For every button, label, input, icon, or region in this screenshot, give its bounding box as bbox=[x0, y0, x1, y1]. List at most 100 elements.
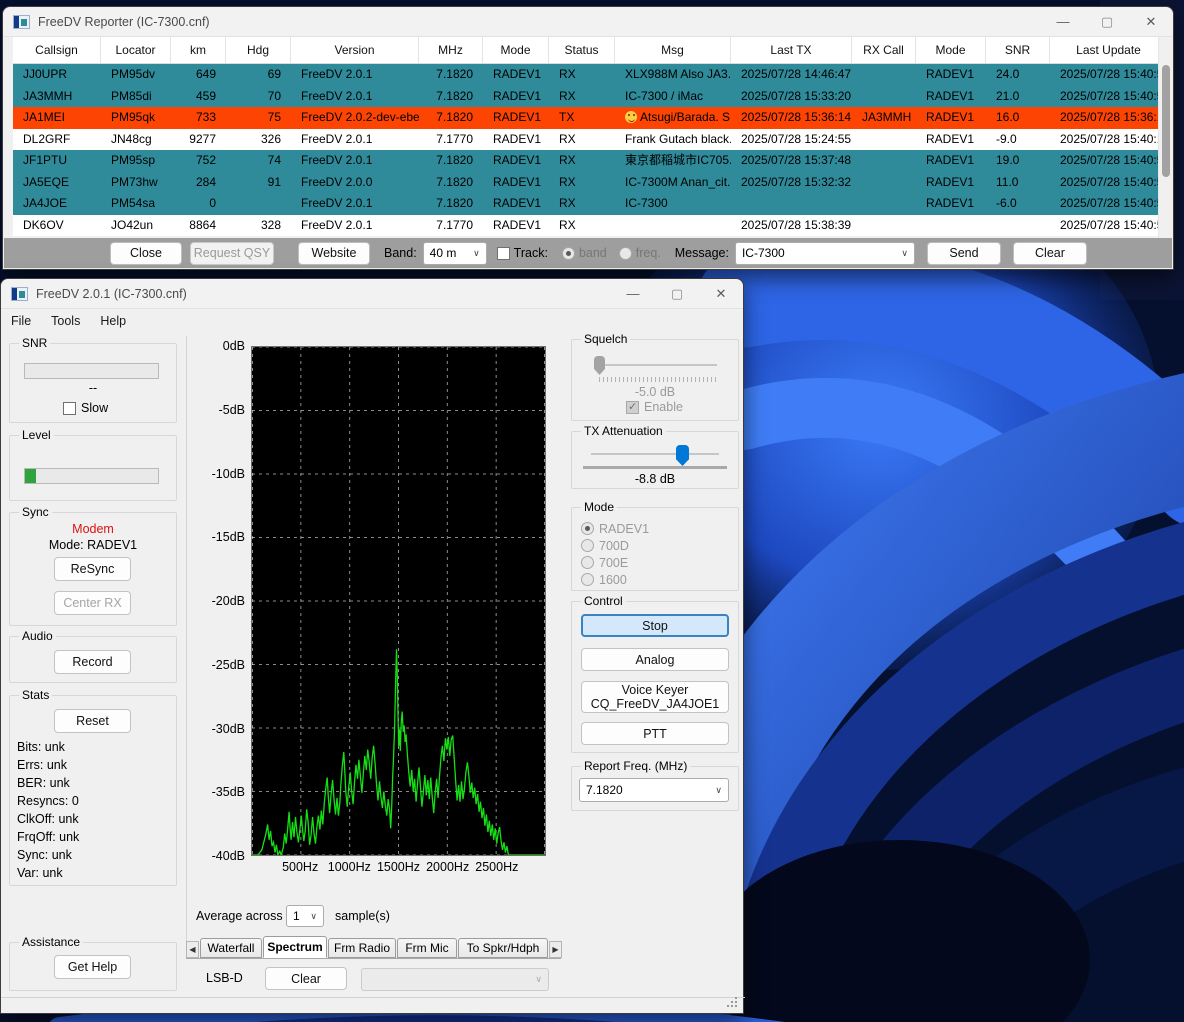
table-row[interactable]: JF1PTU PM95sp 752 74 FreeDV 2.0.1 7.1820 RADEV… bbox=[13, 150, 1168, 172]
table-row[interactable]: JA3MMH PM85di 459 70 FreeDV 2.0.1 7.1820 RADEV… bbox=[13, 85, 1168, 107]
cell-callsign: DK6OV bbox=[23, 217, 64, 232]
mode-radio-radev1[interactable] bbox=[581, 522, 594, 535]
chevron-down-icon: ∨ bbox=[901, 247, 908, 258]
tab-scroll-right-icon[interactable]: ▶ bbox=[549, 941, 562, 958]
column-header-snr[interactable]: SNR bbox=[986, 37, 1050, 63]
close-icon[interactable]: ✕ bbox=[699, 279, 743, 308]
reporter-titlebar[interactable]: FreeDV Reporter (IC-7300.cnf) — ▢ ✕ bbox=[3, 7, 1173, 37]
request-qsy-button[interactable]: Request QSY bbox=[190, 241, 274, 265]
menu-help[interactable]: Help bbox=[90, 314, 136, 328]
cell-version: FreeDV 2.0.1 bbox=[301, 88, 373, 103]
tab-frm-radio[interactable]: Frm Radio bbox=[328, 938, 396, 958]
bottom-combobox[interactable]: ∨ bbox=[361, 968, 549, 991]
menu-file[interactable]: File bbox=[1, 314, 41, 328]
column-header-mode[interactable]: Mode bbox=[483, 37, 549, 63]
mode-radio-label: RADEV1 bbox=[599, 521, 650, 536]
close-button[interactable]: Close bbox=[110, 241, 182, 265]
column-header-hdg[interactable]: Hdg bbox=[226, 37, 291, 63]
stop-button[interactable]: Stop bbox=[581, 614, 729, 637]
column-header-last_update[interactable]: Last Update bbox=[1050, 37, 1168, 63]
column-header-msg[interactable]: Msg bbox=[615, 37, 731, 63]
cell-version: FreeDV 2.0.1 bbox=[301, 153, 373, 167]
tab-waterfall[interactable]: Waterfall bbox=[200, 938, 262, 958]
squelch-slider[interactable] bbox=[597, 364, 717, 366]
track-band-label: band bbox=[578, 246, 607, 260]
track-band-radio[interactable] bbox=[561, 246, 575, 260]
clear-button[interactable]: Clear bbox=[1012, 241, 1087, 265]
table-row[interactable]: DK6OV JO42un 8864 328 FreeDV 2.0.1 7.1770 RADE… bbox=[13, 214, 1168, 236]
table-row[interactable]: JA5EQE PM73hw 284 91 FreeDV 2.0.0 7.1820 RADEV… bbox=[13, 171, 1168, 193]
plot-panel-border bbox=[186, 336, 187, 959]
cell-km: 649 bbox=[195, 67, 216, 81]
cell-rx_call bbox=[852, 64, 916, 86]
stat-line: Sync: unk bbox=[17, 848, 72, 862]
scrollbar-thumb[interactable] bbox=[1162, 65, 1170, 177]
resize-grip-icon[interactable] bbox=[725, 995, 737, 1007]
squelch-value: -5.0 dB bbox=[634, 385, 676, 399]
resync-button[interactable]: ReSync bbox=[54, 557, 131, 581]
statusbar-divider bbox=[1, 997, 745, 998]
report-freq-combobox[interactable]: 7.1820 ∨ bbox=[579, 778, 729, 802]
maximize-icon[interactable]: ▢ bbox=[655, 279, 699, 308]
cell-hdg: 91 bbox=[267, 174, 281, 189]
table-scrollbar[interactable] bbox=[1158, 37, 1172, 242]
close-icon[interactable]: ✕ bbox=[1129, 7, 1173, 36]
freedv-main-window: FreeDV 2.0.1 (IC-7300.cnf) — ▢ ✕ File To… bbox=[0, 278, 745, 1014]
minimize-icon[interactable]: — bbox=[1041, 7, 1085, 36]
tx-attenuation-slider[interactable] bbox=[591, 453, 719, 455]
maximize-icon[interactable]: ▢ bbox=[1085, 7, 1129, 36]
column-header-status[interactable]: Status bbox=[549, 37, 615, 63]
cell-hdg: 69 bbox=[267, 67, 281, 81]
minimize-icon[interactable]: — bbox=[611, 279, 655, 308]
analog-button[interactable]: Analog bbox=[581, 648, 729, 671]
mode-radio-1600[interactable] bbox=[581, 573, 594, 586]
average-label: Average across bbox=[196, 909, 283, 923]
column-header-mhz[interactable]: MHz bbox=[419, 37, 483, 63]
tab-to-spkr-hdph[interactable]: To Spkr/Hdph bbox=[458, 938, 548, 958]
cell-locator: PM73hw bbox=[111, 174, 158, 189]
tab-frm-mic[interactable]: Frm Mic bbox=[397, 938, 457, 958]
website-button[interactable]: Website bbox=[298, 241, 370, 265]
main-window-title: FreeDV 2.0.1 (IC-7300.cnf) bbox=[36, 286, 187, 301]
snr-slow-checkbox[interactable] bbox=[63, 402, 76, 415]
column-header-callsign[interactable]: Callsign bbox=[13, 37, 101, 63]
column-header-version[interactable]: Version bbox=[291, 37, 419, 63]
tab-scroll-left-icon[interactable]: ◀ bbox=[186, 941, 199, 958]
table-row[interactable]: JA1MEI PM95qk 733 75 FreeDV 2.0.2-dev-ebefb 7… bbox=[13, 107, 1168, 129]
get-help-button[interactable]: Get Help bbox=[54, 955, 131, 979]
cell-mode: RADEV1 bbox=[493, 196, 542, 210]
mode-radio-700e[interactable] bbox=[581, 556, 594, 569]
track-freq-radio[interactable] bbox=[618, 246, 632, 260]
column-header-last_tx[interactable]: Last TX bbox=[731, 37, 852, 63]
column-header-rx_mode[interactable]: Mode bbox=[916, 37, 986, 63]
record-button[interactable]: Record bbox=[54, 650, 131, 674]
send-button[interactable]: Send bbox=[926, 241, 1001, 265]
table-row[interactable]: DL2GRF JN48cg 9277 326 FreeDV 2.0.1 7.1770 RAD… bbox=[13, 128, 1168, 150]
cell-rx_mode: RADEV1 bbox=[926, 67, 975, 81]
track-checkbox[interactable] bbox=[496, 246, 510, 260]
center-rx-button[interactable]: Center RX bbox=[54, 591, 131, 615]
band-select[interactable]: 40 m ∨ bbox=[422, 241, 487, 265]
average-select[interactable]: 1 ∨ bbox=[286, 905, 324, 927]
main-titlebar[interactable]: FreeDV 2.0.1 (IC-7300.cnf) — ▢ ✕ bbox=[1, 279, 743, 309]
bottom-clear-button[interactable]: Clear bbox=[265, 967, 347, 990]
chevron-down-icon: ∨ bbox=[473, 247, 480, 258]
menu-tools[interactable]: Tools bbox=[41, 314, 90, 328]
column-header-km[interactable]: km bbox=[171, 37, 226, 63]
cell-version: FreeDV 2.0.1 bbox=[301, 217, 373, 232]
ptt-button[interactable]: PTT bbox=[581, 722, 729, 745]
mode-radio-700d[interactable] bbox=[581, 539, 594, 552]
menubar: File Tools Help bbox=[1, 309, 743, 333]
column-header-rx_call[interactable]: RX Call bbox=[852, 37, 916, 63]
squelch-enable-checkbox[interactable] bbox=[626, 400, 639, 414]
x-tick-label: 500Hz bbox=[282, 860, 319, 874]
stat-line: ClkOff: unk bbox=[17, 812, 79, 826]
message-combobox[interactable]: IC-7300 ∨ bbox=[734, 241, 915, 265]
reset-button[interactable]: Reset bbox=[54, 709, 131, 733]
tab-spectrum[interactable]: Spectrum bbox=[263, 936, 327, 958]
voice-keyer-button[interactable]: Voice Keyer CQ_FreeDV_JA4JOE1 bbox=[581, 681, 729, 713]
table-row[interactable]: JJ0UPR PM95dv 649 69 FreeDV 2.0.1 7.1820 RADEV… bbox=[13, 64, 1168, 86]
column-header-locator[interactable]: Locator bbox=[101, 37, 171, 63]
table-row[interactable]: JA4JOE PM54sa 0 FreeDV 2.0.1 7.1820 RADEV1 RX I… bbox=[13, 193, 1168, 215]
stats-lines: Bits: unk Errs: unk BER: unk Resyncs: 0 ClkO… bbox=[17, 740, 169, 884]
